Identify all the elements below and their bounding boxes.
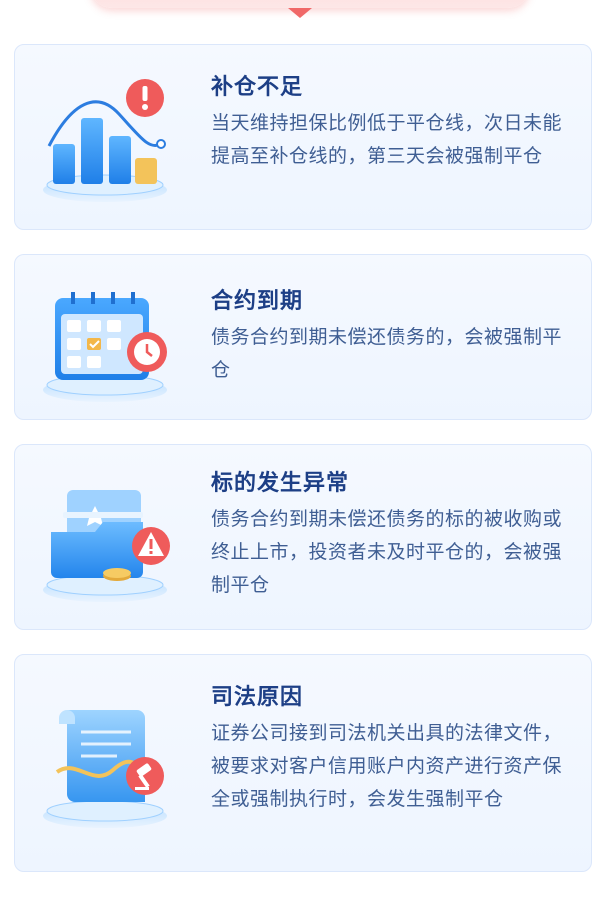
card-judicial-reason: 司法原因 证券公司接到司法机关出具的法律文件，被要求对客户信用账户内资产进行资产… [14,654,592,872]
card-contract-expiry: 合约到期 债务合约到期未偿还债务的，会被强制平仓 [14,254,592,420]
card-title: 司法原因 [211,685,304,710]
card-description: 证券公司接到司法机关出具的法律文件，被要求对客户信用账户内资产进行资产保全或强制… [211,722,563,810]
card-description: 债务合约到期未偿还债务的，会被强制平仓 [211,326,563,381]
card-underlying-abnormal: 标的发生异常 债务合约到期未偿还债务的标的被收购或终止上市，投资者未及时平仓的，… [14,444,592,630]
calendar-clock-icon [37,262,187,412]
card-title: 补仓不足 [211,75,304,100]
card-description: 债务合约到期未偿还债务的标的被收购或终止上市，投资者未及时平仓的，会被强制平仓 [211,508,563,596]
card-description: 当天维持担保比例低于平仓线，次日未能提高至补仓线的，第三天会被强制平仓 [211,112,563,167]
card-title: 合约到期 [211,289,304,314]
folder-alert-icon [37,462,187,612]
banner-pointer [288,8,312,18]
card-title: 标的发生异常 [211,471,350,496]
bar-chart-alert-icon [37,62,187,212]
card-insufficient-margin: 补仓不足 当天维持担保比例低于平仓线，次日未能提高至补仓线的，第三天会被强制平仓 [14,44,592,230]
top-banner [90,0,530,18]
document-gavel-icon [37,688,187,838]
